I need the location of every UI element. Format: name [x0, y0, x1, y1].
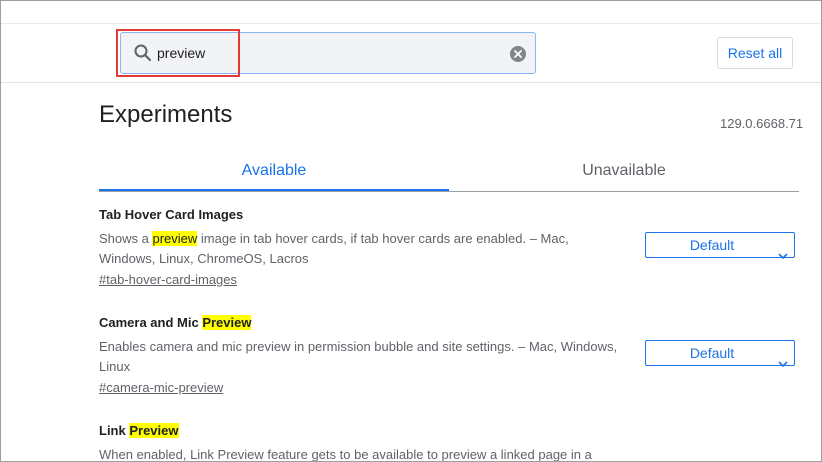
search-highlight: preview — [152, 231, 198, 246]
highlight-box — [116, 29, 240, 77]
experiment-select[interactable]: Default — [645, 232, 795, 260]
tab-available[interactable]: Available — [99, 153, 449, 191]
reset-all-button[interactable]: Reset all — [717, 37, 793, 69]
experiment-tab-hover-card-images: Tab Hover Card Images Shows a preview im… — [99, 206, 799, 290]
browser-window: Reset all Experiments 129.0.6668.71 Avai… — [0, 0, 822, 462]
experiment-title: Tab Hover Card Images — [99, 207, 244, 222]
top-strip — [1, 1, 821, 24]
experiment-link[interactable]: #camera-mic-preview — [99, 378, 223, 398]
select-value: Default — [689, 237, 735, 253]
experiment-link[interactable]: #tab-hover-card-images — [99, 270, 237, 290]
tabs-divider — [99, 191, 799, 192]
experiment-description: When enabled, Link Preview feature gets … — [99, 447, 592, 462]
experiment-link-preview: Link Preview When enabled, Link Preview … — [99, 422, 799, 462]
clear-icon[interactable] — [510, 46, 526, 62]
search-highlight: Preview — [129, 423, 179, 438]
experiment-description: Shows a preview image in tab hover cards… — [99, 231, 569, 266]
chevron-down-icon — [778, 350, 788, 368]
search-header: Reset all — [1, 24, 821, 83]
page-title: Experiments — [99, 101, 233, 128]
version-label: 129.0.6668.71 — [720, 116, 804, 131]
search-highlight: Preview — [202, 315, 252, 330]
experiment-title: Camera and Mic Preview — [99, 315, 252, 330]
experiment-camera-mic-preview: Camera and Mic Preview Enables camera an… — [99, 314, 799, 398]
select-value: Default — [689, 345, 735, 361]
experiment-description: Enables camera and mic preview in permis… — [99, 339, 618, 374]
experiment-select[interactable]: Default — [645, 340, 795, 368]
chevron-down-icon — [778, 242, 788, 260]
tab-unavailable[interactable]: Unavailable — [449, 153, 799, 189]
experiment-title: Link Preview — [99, 423, 179, 438]
